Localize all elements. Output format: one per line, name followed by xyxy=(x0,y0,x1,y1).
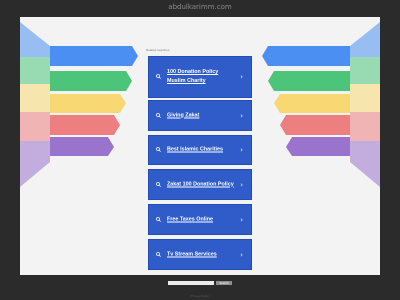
search-button[interactable]: Search xyxy=(216,281,232,285)
related-links-list: 100 Donation Policy Muslim Charity › Giv… xyxy=(148,56,252,272)
related-link-label[interactable]: Giving Zakat xyxy=(167,111,237,120)
search-icon xyxy=(156,181,161,187)
related-link-label[interactable]: Best Islamic Charities xyxy=(167,146,237,155)
related-link[interactable]: Zakat 100 Donation Policy › xyxy=(148,169,252,200)
chevron-right-icon: › xyxy=(240,250,243,259)
chevron-right-icon: › xyxy=(240,180,243,189)
left-wall-yellow xyxy=(20,84,50,112)
related-link-label[interactable]: Free Taxes Online xyxy=(167,215,237,224)
right-ribbon-green xyxy=(268,71,350,91)
search-icon xyxy=(156,216,161,222)
chevron-right-icon: › xyxy=(240,73,243,81)
site-domain: abdulkarimm.com xyxy=(168,3,232,11)
left-wall-green xyxy=(20,57,50,84)
related-link-label[interactable]: Zakat 100 Donation Policy xyxy=(167,180,237,189)
related-link[interactable]: 100 Donation Policy Muslim Charity › xyxy=(148,56,252,98)
right-wall-red xyxy=(350,112,380,141)
privacy-policy-link[interactable]: Privacy Policy xyxy=(0,294,400,298)
chevron-right-icon: › xyxy=(240,146,243,154)
right-ribbon-yellow xyxy=(274,94,350,113)
related-searches-label: Related searches xyxy=(146,48,170,52)
left-ribbon-blue xyxy=(50,46,138,66)
right-wall-blue xyxy=(350,22,380,57)
search-icon xyxy=(156,112,161,118)
left-wall-blue xyxy=(20,22,50,57)
right-wall-green xyxy=(350,57,380,84)
related-link[interactable]: Giving Zakat › xyxy=(148,100,252,131)
left-wall-red xyxy=(20,112,50,141)
left-ribbon-purple xyxy=(50,137,114,156)
search-icon xyxy=(156,251,161,257)
right-ribbon-blue xyxy=(262,46,350,66)
chevron-right-icon: › xyxy=(240,215,243,224)
related-link[interactable]: Best Islamic Charities › xyxy=(148,135,252,165)
search-input[interactable] xyxy=(168,281,214,285)
related-link-label[interactable]: Tv Stream Services xyxy=(167,250,237,259)
search-icon xyxy=(156,147,161,152)
chevron-right-icon: › xyxy=(240,111,243,120)
right-ribbon-red xyxy=(280,115,350,135)
search-icon xyxy=(156,74,161,79)
right-wall-yellow xyxy=(350,84,380,112)
right-wall-purple xyxy=(350,141,380,187)
right-ribbon-purple xyxy=(286,137,350,156)
related-link-label[interactable]: 100 Donation Policy Muslim Charity xyxy=(167,68,237,86)
left-ribbon-red xyxy=(50,115,120,135)
related-link[interactable]: Free Taxes Online › xyxy=(148,204,252,235)
left-ribbon-yellow xyxy=(50,94,126,113)
parked-page-content: Related searches 100 Donation Policy Mus… xyxy=(20,17,380,275)
left-ribbon-green xyxy=(50,71,132,91)
related-link[interactable]: Tv Stream Services › xyxy=(148,239,252,270)
left-wall-purple xyxy=(20,141,50,187)
